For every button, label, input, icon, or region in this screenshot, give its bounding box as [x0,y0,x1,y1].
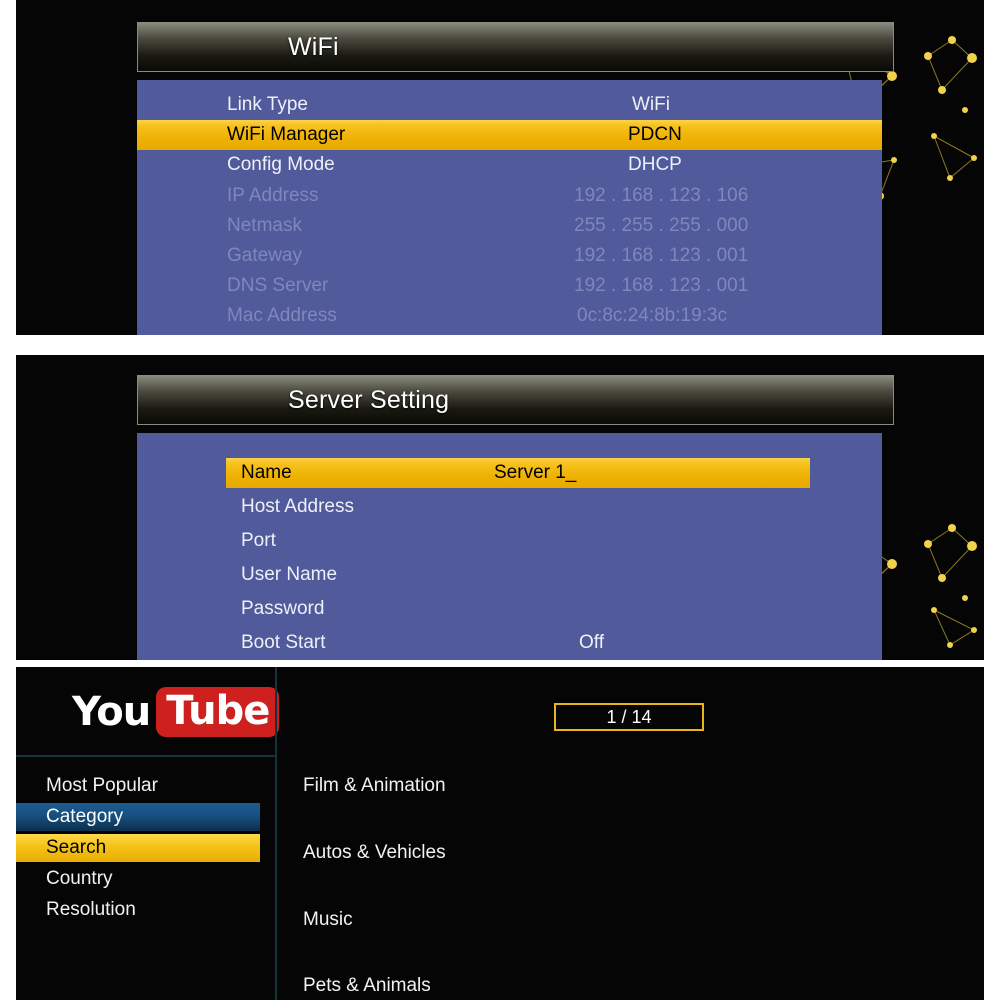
settings-row-ip-address: IP Address 192 . 168 . 123 . 106 [137,181,882,211]
row-value: Server 1_ [494,462,577,483]
row-label: Netmask [227,215,302,236]
sidebar-item-most-popular[interactable]: Most Popular [16,772,260,800]
settings-row-gateway: Gateway 192 . 168 . 123 . 001 [137,241,882,271]
row-label: Name [241,462,292,483]
wifi-settings-list: Link Type WiFi WiFi Manager PDCN Config … [137,80,882,335]
row-label: Link Type [227,94,308,115]
row-label: IP Address [227,185,319,206]
sidebar-item-label: Most Popular [46,775,158,796]
server-settings-list: Name Server 1_ Host Address Port User Na… [137,433,882,660]
sidebar-item-country[interactable]: Country [16,865,260,893]
row-label: Password [241,598,325,619]
server-panel-titlebar: Server Setting [137,375,894,425]
category-item-autos-vehicles[interactable]: Autos & Vehicles [303,842,446,864]
row-label: Mac Address [227,305,337,326]
row-label: User Name [241,564,338,585]
category-item-pets-animals[interactable]: Pets & Animals [303,975,431,997]
row-label: Port [241,530,276,551]
row-value: DHCP [628,154,682,175]
settings-row-wifi-manager[interactable]: WiFi Manager PDCN [137,120,882,150]
sidebar-item-resolution[interactable]: Resolution [16,896,260,924]
row-value: 192 . 168 . 123 . 106 [574,185,749,206]
sidebar-divider-horizontal [16,755,275,757]
row-label: Host Address [241,496,354,517]
settings-row-netmask: Netmask 255 . 255 . 255 . 000 [137,211,882,241]
settings-row-mac-address: Mac Address 0c:8c:24:8b:19:3c [137,301,882,331]
youtube-app-panel: You Tube Most Popular Category Search Co… [16,667,984,1000]
category-item-music[interactable]: Music [303,909,353,931]
row-label: Config Mode [227,154,335,175]
settings-row-name[interactable]: Name Server 1_ [226,458,810,488]
settings-row-boot-start[interactable]: Boot Start Off [137,628,882,658]
row-value: PDCN [628,124,682,145]
sidebar-item-label: Search [46,837,107,858]
settings-row-user-name[interactable]: User Name [137,560,882,590]
youtube-logo-tube: Tube [166,688,270,734]
row-label: Boot Start [241,632,326,653]
settings-row-password[interactable]: Password [137,594,882,624]
wifi-panel-titlebar: WiFi [137,22,894,72]
category-label: Music [303,909,353,930]
sidebar-divider-vertical [275,667,277,1000]
settings-row-host-address[interactable]: Host Address [137,492,882,522]
sidebar-item-label: Category [46,806,124,827]
category-item-film-animation[interactable]: Film & Animation [303,775,446,797]
page-indicator: 1 / 14 [554,703,704,731]
sidebar-item-label: Country [46,868,113,889]
row-label: WiFi Manager [227,124,346,145]
settings-row-link-type[interactable]: Link Type WiFi [137,90,882,120]
settings-row-dns-server: DNS Server 192 . 168 . 123 . 001 [137,271,882,301]
category-label: Film & Animation [303,775,446,796]
row-value: 255 . 255 . 255 . 000 [574,215,749,236]
row-value: 0c:8c:24:8b:19:3c [577,305,727,326]
youtube-logo-tube-badge: Tube [156,687,280,737]
server-setting-panel: Server Setting Name Server 1_ Host Addre… [16,355,984,660]
wifi-panel-title: WiFi [288,32,339,61]
settings-row-config-mode[interactable]: Config Mode DHCP [137,150,882,180]
row-value: 192 . 168 . 123 . 001 [574,275,749,296]
youtube-logo-you: You [72,689,151,735]
row-label: Gateway [227,245,302,266]
row-value: Off [579,632,604,653]
row-label: DNS Server [227,275,329,296]
row-value: WiFi [632,94,670,115]
server-panel-title: Server Setting [288,385,450,414]
sidebar-item-search[interactable]: Search [16,834,260,862]
row-value: 192 . 168 . 123 . 001 [574,245,749,266]
category-label: Pets & Animals [303,975,431,996]
wifi-settings-panel: WiFi Link Type WiFi WiFi Manager PDCN Co… [16,0,984,335]
category-label: Autos & Vehicles [303,842,446,863]
sidebar-item-category[interactable]: Category [16,803,260,831]
sidebar-item-label: Resolution [46,899,136,920]
settings-row-port[interactable]: Port [137,526,882,556]
youtube-logo: You Tube [72,687,280,737]
page-indicator-label: 1 / 14 [606,706,652,727]
